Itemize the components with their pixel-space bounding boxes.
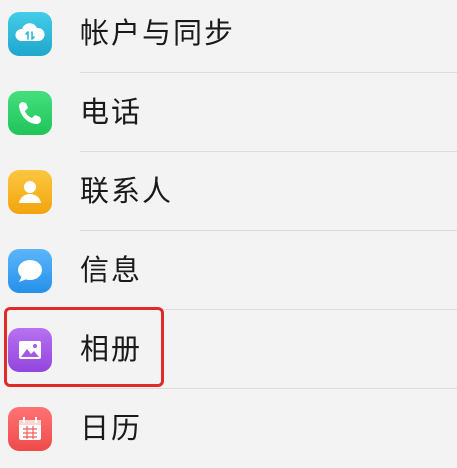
settings-item-label: 帐户与同步	[80, 16, 236, 50]
contacts-icon	[8, 170, 52, 214]
highlight-box	[4, 307, 164, 387]
settings-item-phone[interactable]: 电话	[0, 73, 457, 152]
settings-item-label: 日历	[80, 411, 143, 445]
message-icon	[8, 249, 52, 293]
settings-item-calendar[interactable]: 日历	[0, 389, 457, 468]
phone-icon	[8, 91, 52, 135]
settings-item-label: 信息	[80, 253, 143, 287]
cloud-sync-icon	[8, 12, 52, 56]
settings-item-label: 电话	[80, 95, 143, 129]
calendar-icon	[8, 407, 52, 451]
settings-item-messages[interactable]: 信息	[0, 231, 457, 310]
settings-item-contacts[interactable]: 联系人	[0, 152, 457, 231]
settings-list: 帐户与同步 电话 联系人 信息 相册 日历	[0, 0, 457, 468]
settings-item-label: 联系人	[80, 174, 174, 208]
settings-item-account-sync[interactable]: 帐户与同步	[0, 0, 457, 73]
